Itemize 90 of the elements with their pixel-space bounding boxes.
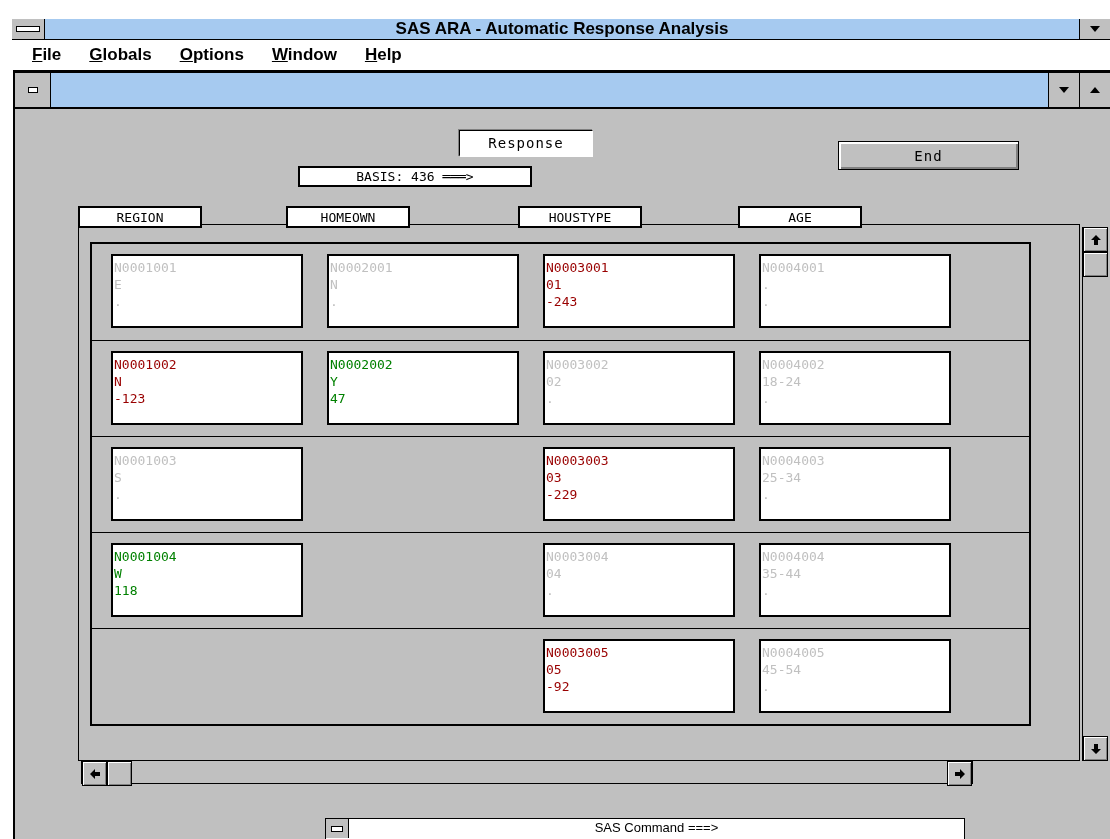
vertical-scrollbar[interactable] [1082,227,1110,761]
scroll-up-button[interactable] [1083,227,1109,252]
column-header: HOMEOWN [286,206,410,228]
column-header: HOUSTYPE [518,206,642,228]
menu-item[interactable]: Globals [89,45,152,65]
cell-line: N0003003 [546,452,610,469]
cell-line: . [762,678,771,695]
cell-line: . [762,582,771,599]
cell-line: . [114,293,123,310]
system-menu-icon[interactable] [16,26,40,32]
cell-line: N0002001 [330,259,394,276]
cell-line: -92 [546,678,571,695]
basis-label: BASIS: 436 ═══> [298,166,532,187]
menu-item[interactable]: Help [364,45,402,65]
cell-line: . [762,293,771,310]
cell-line: 05 [546,661,563,678]
menu-item[interactable]: Options [179,45,244,65]
cell-line: N0003004 [546,548,610,565]
system-menu-icon[interactable] [27,87,38,93]
cell-line: N0004003 [762,452,826,469]
left-arrow-icon [89,768,100,779]
cell-line: 01 [546,276,563,293]
up-triangle-icon [1090,87,1100,93]
scroll-thumb[interactable] [107,761,132,786]
response-cell[interactable]: N0003005 05 -92 [543,639,735,713]
cell-line: . [762,486,771,503]
up-arrow-icon [1090,234,1101,245]
cell-line: . [762,390,771,407]
cell-line: 45-54 [762,661,803,678]
scroll-right-button[interactable] [947,761,972,786]
cell-line: . [546,390,555,407]
cell-line: N0004004 [762,548,826,565]
cell-line: N [330,276,339,293]
scroll-thumb[interactable] [1083,252,1109,277]
cell-line: 118 [114,582,139,599]
cell-line: . [762,276,771,293]
cell-line: N0003001 [546,259,610,276]
maximize-button[interactable] [1079,73,1110,107]
cell-line: -229 [546,486,579,503]
cell-line: E [114,276,123,293]
scroll-down-button[interactable] [1083,736,1109,761]
minimize-button[interactable] [1079,19,1110,39]
response-cell[interactable]: N0003001 01 -243 [543,254,735,328]
cell-line: 04 [546,565,563,582]
cell-line: 02 [546,373,563,390]
cell-line: . [114,486,123,503]
cell-line: N0004005 [762,644,826,661]
cell-line: 03 [546,469,563,486]
response-cell[interactable]: N0001002 N -123 [111,351,303,425]
cell-line: N0004002 [762,356,826,373]
down-triangle-icon [1059,87,1069,93]
cell-line: 47 [330,390,347,407]
system-menu-icon[interactable] [331,825,343,832]
cell-line: 25-34 [762,469,803,486]
command-bar[interactable]: SAS Command ===> [325,818,965,839]
down-arrow-icon [1090,743,1101,754]
cell-line: N0004001 [762,259,826,276]
cell-line: -123 [114,390,147,407]
cell-line: N [114,373,123,390]
down-triangle-icon [1090,26,1100,32]
cell-line: N0003002 [546,356,610,373]
column-header: REGION [78,206,202,228]
cell-line: 35-44 [762,565,803,582]
response-cell[interactable]: N0003003 03 -229 [543,447,735,521]
response-cell[interactable]: N0001004 W 118 [111,543,303,617]
menu-item[interactable]: Window [271,45,337,65]
command-prompt: SAS Command ===> [593,819,720,837]
cell-line: N0001002 [114,356,178,373]
cell-line: N0001004 [114,548,178,565]
cell-line: N0001003 [114,452,178,469]
cell-line: N0003005 [546,644,610,661]
cell-line: Y [330,373,339,390]
cell-line: . [330,293,339,310]
cell-line: S [114,469,123,486]
horizontal-scrollbar[interactable] [81,761,973,784]
response-cell[interactable]: N0002002 Y 47 [327,351,519,425]
cell-line: . [546,582,555,599]
cell-line: N0002002 [330,356,394,373]
minimize-button[interactable] [1048,73,1079,107]
cell-line: 18-24 [762,373,803,390]
cell-line: N0001001 [114,259,178,276]
cell-line: W [114,565,123,582]
menu-item[interactable]: File [32,45,62,65]
end-button[interactable]: End [838,141,1019,170]
response-label: Response [459,130,593,157]
window-title: SAS ARA - Automatic Response Analysis [394,19,730,39]
right-arrow-icon [954,768,965,779]
cell-line: -243 [546,293,579,310]
column-header: AGE [738,206,862,228]
scroll-left-button[interactable] [82,761,107,786]
